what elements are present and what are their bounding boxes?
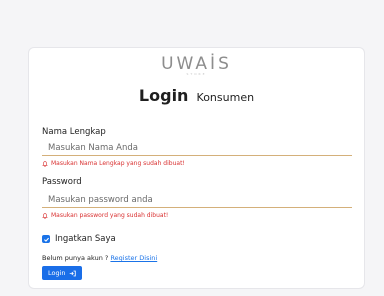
remember-label[interactable]: Ingatkan Saya — [55, 234, 116, 244]
login-button-label: Login — [48, 269, 66, 277]
bell-icon — [42, 160, 48, 167]
page-title: Login Konsumen — [29, 86, 364, 105]
login-button[interactable]: Login — [42, 266, 82, 280]
name-label: Nama Lengkap — [42, 127, 106, 137]
register-link[interactable]: Register Disini — [110, 254, 157, 262]
name-input[interactable] — [42, 140, 352, 156]
title-main: Login — [138, 86, 189, 105]
name-error-text: Masukan Nama Lengkap yang sudah dibuat! — [51, 160, 185, 167]
login-card: UWAİS STORE Login Konsumen Nama Lengkap … — [28, 47, 365, 289]
title-sub: Konsumen — [196, 91, 255, 104]
brand-logo-sub: STORE — [186, 72, 207, 76]
password-error-text: Masukan password yang sudah dibuat! — [51, 212, 169, 219]
brand-logo: UWAİS — [161, 54, 232, 74]
password-label: Password — [42, 177, 82, 187]
remember-checkbox[interactable] — [42, 235, 50, 243]
password-error: Masukan password yang sudah dibuat! — [42, 212, 168, 219]
password-input[interactable] — [42, 192, 352, 208]
check-icon — [43, 237, 49, 242]
remember-row: Ingatkan Saya — [42, 234, 116, 244]
register-prompt: Belum punya akun ? Register Disini — [42, 254, 157, 262]
bell-icon — [42, 212, 48, 219]
register-text: Belum punya akun ? — [42, 254, 109, 262]
login-icon — [69, 270, 76, 276]
name-error: Masukan Nama Lengkap yang sudah dibuat! — [42, 160, 185, 167]
